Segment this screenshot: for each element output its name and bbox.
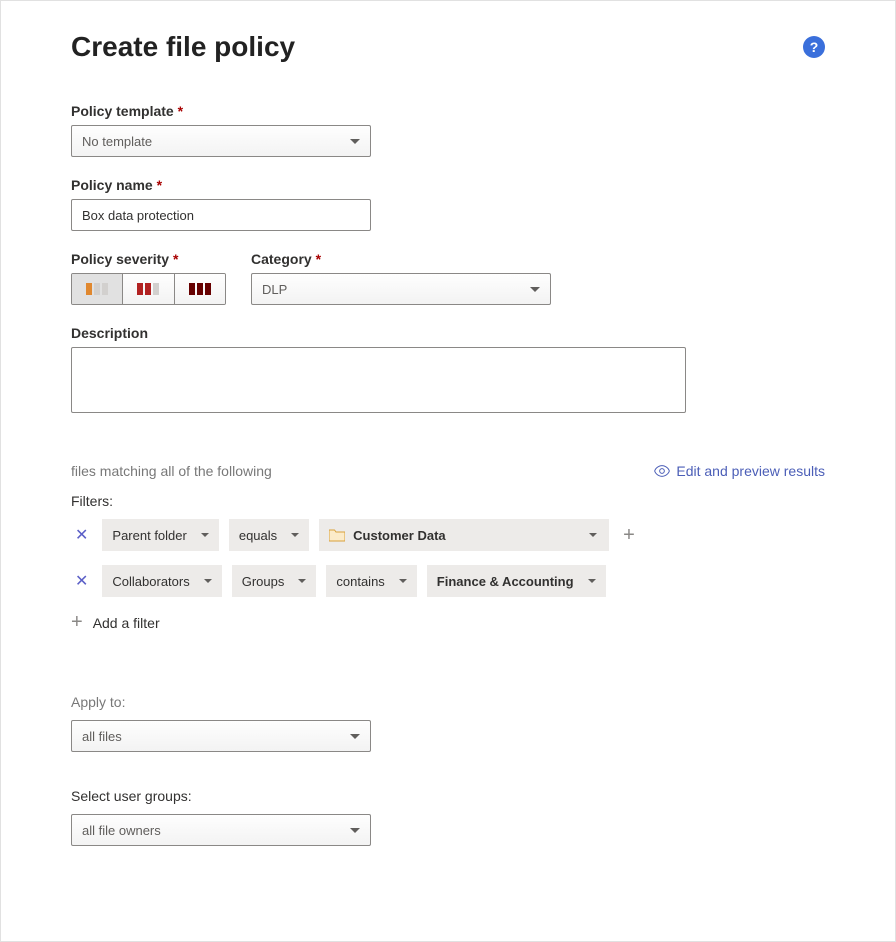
folder-icon bbox=[329, 528, 345, 542]
filter-row: ✕ Parent folder equals Customer Data + bbox=[71, 519, 825, 551]
remove-filter-icon[interactable]: ✕ bbox=[71, 525, 92, 545]
policy-template-label: Policy template * bbox=[71, 103, 825, 119]
policy-template-select[interactable]: No template bbox=[71, 125, 371, 157]
page-title: Create file policy bbox=[71, 31, 295, 63]
help-icon[interactable]: ? bbox=[803, 36, 825, 58]
severity-high-button[interactable] bbox=[175, 274, 225, 304]
chevron-down-icon bbox=[350, 828, 360, 833]
chevron-down-icon bbox=[201, 533, 209, 537]
severity-selector bbox=[71, 273, 226, 305]
chevron-down-icon bbox=[350, 734, 360, 739]
policy-name-input[interactable]: Box data protection bbox=[71, 199, 371, 231]
filter-field-select[interactable]: Collaborators bbox=[102, 565, 221, 597]
category-label: Category * bbox=[251, 251, 551, 267]
select-user-groups-label: Select user groups: bbox=[71, 788, 825, 804]
policy-severity-label: Policy severity * bbox=[71, 251, 226, 267]
chevron-down-icon bbox=[588, 579, 596, 583]
add-filter-button[interactable]: + Add a filter bbox=[71, 611, 825, 634]
plus-icon: + bbox=[71, 611, 83, 634]
filter-value-select[interactable]: Customer Data bbox=[319, 519, 609, 551]
files-matching-label: files matching all of the following bbox=[71, 463, 272, 479]
chevron-down-icon bbox=[399, 579, 407, 583]
policy-name-label: Policy name * bbox=[71, 177, 825, 193]
chevron-down-icon bbox=[589, 533, 597, 537]
description-label: Description bbox=[71, 325, 825, 341]
severity-medium-button[interactable] bbox=[123, 274, 174, 304]
remove-filter-icon[interactable]: ✕ bbox=[71, 571, 92, 591]
filter-row: ✕ Collaborators Groups contains Finance … bbox=[71, 565, 825, 597]
filter-value-select[interactable]: Finance & Accounting bbox=[427, 565, 606, 597]
apply-to-select[interactable]: all files bbox=[71, 720, 371, 752]
severity-low-button[interactable] bbox=[72, 274, 123, 304]
filter-subfield-select[interactable]: Groups bbox=[232, 565, 317, 597]
user-groups-select[interactable]: all file owners bbox=[71, 814, 371, 846]
filter-op-select[interactable]: equals bbox=[229, 519, 309, 551]
edit-preview-link[interactable]: Edit and preview results bbox=[654, 463, 825, 479]
chevron-down-icon bbox=[350, 139, 360, 144]
add-value-icon[interactable]: + bbox=[619, 524, 639, 547]
eye-icon bbox=[654, 465, 670, 477]
filters-label: Filters: bbox=[71, 493, 825, 509]
filter-field-select[interactable]: Parent folder bbox=[102, 519, 218, 551]
apply-to-label: Apply to: bbox=[71, 694, 825, 710]
chevron-down-icon bbox=[530, 287, 540, 292]
chevron-down-icon bbox=[298, 579, 306, 583]
description-textarea[interactable] bbox=[71, 347, 686, 413]
filter-op-select[interactable]: contains bbox=[326, 565, 416, 597]
chevron-down-icon bbox=[204, 579, 212, 583]
category-select[interactable]: DLP bbox=[251, 273, 551, 305]
chevron-down-icon bbox=[291, 533, 299, 537]
